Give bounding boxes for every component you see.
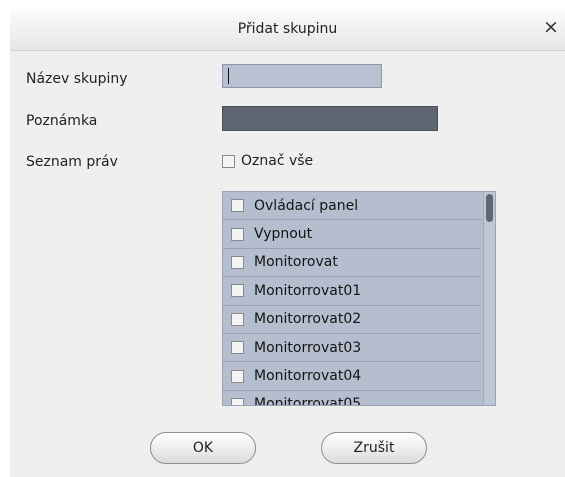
- rights-item-label: Monitorrovat01: [254, 282, 362, 299]
- rights-item-checkbox[interactable]: [231, 255, 244, 269]
- rights-list-item[interactable]: Monitorrovat04: [223, 362, 481, 391]
- scrollbar-thumb[interactable]: [486, 194, 493, 222]
- rights-item-label: Monitorrovat02: [254, 311, 362, 328]
- select-all-label: Označ vše: [241, 153, 314, 169]
- group-name-label: Název skupiny: [26, 71, 128, 87]
- rights-item-checkbox[interactable]: [231, 341, 244, 355]
- cancel-button[interactable]: Zrušit: [321, 432, 427, 464]
- note-label: Poznámka: [26, 113, 98, 129]
- rights-item-label: Monitorrovat04: [254, 368, 362, 385]
- rights-list-item[interactable]: Ovládací panel: [223, 192, 481, 221]
- add-group-dialog: Přidat skupinu × Název skupiny Poznámka …: [10, 10, 565, 477]
- rights-list-item[interactable]: Monitorrovat05: [223, 391, 481, 406]
- select-all-checkbox[interactable]: Označ vše: [222, 153, 313, 169]
- rights-item-checkbox[interactable]: [231, 312, 244, 326]
- text-caret: [228, 68, 229, 84]
- rights-item-label: Vypnout: [254, 226, 313, 243]
- rights-item-label: Monitorrovat05: [254, 396, 362, 406]
- rights-item-label: Monitorovat: [254, 254, 338, 271]
- rights-list[interactable]: Ovládací panel Vypnout Monitorovat Monitorr…: [222, 191, 496, 406]
- rights-list-scrollbar[interactable]: [483, 192, 495, 405]
- rights-item-checkbox[interactable]: [231, 227, 244, 241]
- rights-item-checkbox[interactable]: [231, 284, 244, 298]
- rights-list-item[interactable]: Vypnout: [223, 220, 481, 249]
- dialog-title: Přidat skupinu: [237, 21, 338, 37]
- note-input[interactable]: [222, 106, 438, 131]
- group-name-input[interactable]: [222, 64, 382, 88]
- rights-item-checkbox[interactable]: [231, 397, 244, 405]
- title-bar: Přidat skupinu ×: [10, 10, 565, 51]
- rights-item-checkbox[interactable]: [231, 369, 244, 383]
- rights-list-item[interactable]: Monitorrovat02: [223, 306, 481, 334]
- rights-list-item[interactable]: Monitorrovat03: [223, 334, 481, 363]
- rights-item-label: Monitorrovat03: [254, 339, 362, 356]
- rights-list-item[interactable]: Monitorrovat01: [223, 277, 481, 306]
- select-all-checkbox-box[interactable]: [222, 154, 235, 168]
- ok-button[interactable]: OK: [150, 432, 256, 464]
- rights-list-item[interactable]: Monitorovat: [223, 249, 481, 278]
- rights-list-label: Seznam práv: [26, 154, 118, 170]
- close-icon[interactable]: ×: [540, 15, 562, 39]
- rights-item-checkbox[interactable]: [231, 199, 244, 213]
- rights-item-label: Ovládací panel: [254, 197, 359, 214]
- rights-list-items: Ovládací panel Vypnout Monitorovat Monitorr…: [223, 192, 481, 406]
